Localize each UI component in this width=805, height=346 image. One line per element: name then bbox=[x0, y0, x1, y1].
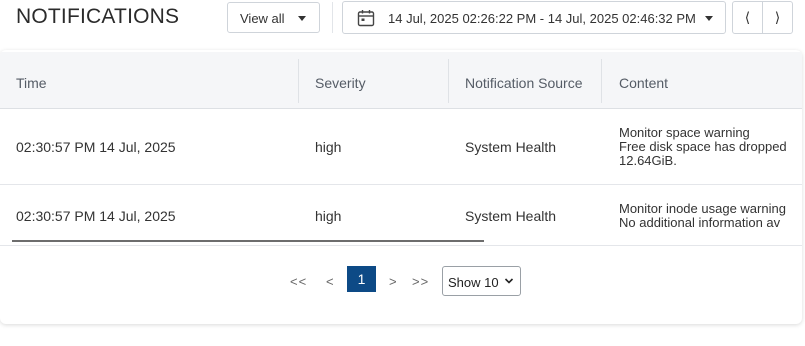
view-filter-label: View all bbox=[240, 11, 285, 26]
cell-content: Monitor inode usage warning No additiona… bbox=[619, 202, 802, 230]
date-range-label: 14 Jul, 2025 02:26:22 PM - 14 Jul, 2025 … bbox=[388, 11, 696, 26]
page-title: NOTIFICATIONS bbox=[16, 5, 180, 28]
time-nav-group: ⟨ ⟩ bbox=[732, 1, 793, 34]
content-line: No additional information av bbox=[619, 215, 781, 230]
previous-range-button[interactable]: ⟨ bbox=[733, 2, 762, 33]
date-range-picker[interactable]: 14 Jul, 2025 02:26:22 PM - 14 Jul, 2025 … bbox=[342, 1, 726, 34]
previous-page-button[interactable]: < bbox=[326, 274, 335, 289]
last-page-button[interactable]: >> bbox=[412, 274, 429, 289]
column-header-time[interactable]: Time bbox=[16, 75, 47, 91]
cell-source: System Health bbox=[465, 139, 557, 155]
table-row[interactable]: 02:30:57 PM 14 Jul, 2025 high System Hea… bbox=[0, 108, 802, 185]
content-line: 12.64GiB. bbox=[619, 153, 677, 168]
calendar-icon bbox=[357, 10, 375, 27]
horizontal-scrollbar[interactable] bbox=[12, 240, 484, 242]
next-page-button[interactable]: > bbox=[389, 274, 398, 289]
cell-severity: high bbox=[315, 208, 342, 224]
content-line: Free disk space has dropped bbox=[619, 139, 787, 154]
table-header: Time Severity Notification Source Conten… bbox=[0, 52, 802, 109]
page-header: NOTIFICATIONS View all 14 Jul, 2025 02:2… bbox=[0, 0, 805, 40]
next-range-button[interactable]: ⟩ bbox=[762, 2, 792, 33]
content-line: Monitor space warning bbox=[619, 126, 750, 140]
page-size-select[interactable]: Show 10 bbox=[442, 266, 521, 296]
column-header-severity[interactable]: Severity bbox=[315, 75, 366, 91]
content-line: Monitor inode usage warning bbox=[619, 202, 786, 216]
chevron-left-icon: ⟨ bbox=[744, 9, 751, 25]
page-size-label: Show 10 bbox=[448, 275, 499, 290]
column-resize-handle[interactable] bbox=[601, 59, 602, 103]
cell-time: 02:30:57 PM 14 Jul, 2025 bbox=[16, 139, 176, 155]
view-filter-dropdown[interactable]: View all bbox=[227, 2, 320, 33]
column-resize-handle[interactable] bbox=[448, 59, 449, 103]
caret-down-icon bbox=[705, 16, 713, 21]
column-header-source[interactable]: Notification Source bbox=[465, 75, 583, 91]
cell-time: 02:30:57 PM 14 Jul, 2025 bbox=[16, 208, 176, 224]
first-page-button[interactable]: << bbox=[290, 274, 307, 289]
pagination: << < 1 > >> Show 10 bbox=[0, 266, 802, 296]
cell-content: Monitor space warning Free disk space ha… bbox=[619, 126, 802, 168]
cell-severity: high bbox=[315, 139, 342, 155]
current-page-button[interactable]: 1 bbox=[347, 266, 376, 292]
notifications-card: Time Severity Notification Source Conten… bbox=[0, 50, 802, 324]
column-resize-handle[interactable] bbox=[298, 59, 299, 103]
caret-down-icon bbox=[298, 16, 306, 21]
table-row[interactable]: 02:30:57 PM 14 Jul, 2025 high System Hea… bbox=[0, 185, 802, 246]
chevron-down-icon bbox=[504, 278, 514, 284]
cell-source: System Health bbox=[465, 208, 557, 224]
column-header-content[interactable]: Content bbox=[619, 75, 668, 91]
chevron-right-icon: ⟩ bbox=[774, 9, 781, 25]
toolbar-divider bbox=[332, 2, 333, 33]
